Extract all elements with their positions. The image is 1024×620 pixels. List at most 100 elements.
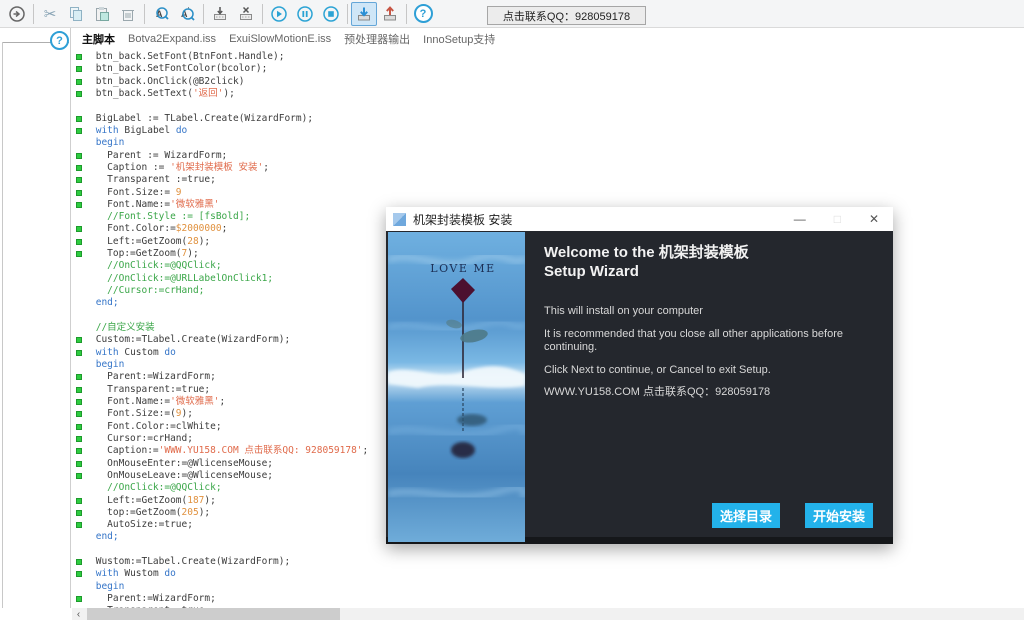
executable-line-marker[interactable] (76, 239, 82, 245)
dialog-titlebar[interactable]: 机架封装模板 安装 — □ ✕ (386, 207, 893, 231)
contact-qq-button[interactable]: 点击联系QQ：928059178 (487, 6, 646, 25)
minimize-button[interactable]: — (794, 212, 806, 226)
code-line: btn_back.SetText('返回'); (90, 88, 235, 100)
code-line: Font.Size:=(9); (90, 408, 193, 420)
panel-help-icon[interactable]: ? (50, 31, 69, 50)
pause-icon[interactable] (292, 2, 318, 26)
remove-template-icon[interactable] (233, 2, 259, 26)
tab-预处理器输出[interactable]: 预处理器输出 (344, 31, 410, 47)
toolbar-separator (144, 4, 145, 24)
code-line: begin (90, 137, 124, 149)
dialog-paragraph: WWW.YU158.COM 点击联系QQ：928059178 (544, 386, 880, 400)
executable-line-marker[interactable] (76, 522, 82, 528)
dialog-paragraph: This will install on your computer (544, 305, 880, 319)
code-line: Caption := '机架封装模板 安装'; (90, 162, 269, 174)
left-panel: ? (0, 28, 71, 608)
code-line: //OnClick:=@URLLabelOnClick1; (90, 273, 273, 285)
executable-line-marker[interactable] (76, 559, 82, 565)
executable-line-marker[interactable] (76, 190, 82, 196)
code-line: Parent:=WizardForm; (90, 371, 216, 383)
toolbar: ✂ A A' (0, 0, 1024, 28)
code-line: Parent:=WizardForm; (90, 593, 216, 605)
delete-icon[interactable] (115, 2, 141, 26)
executable-line-marker[interactable] (76, 374, 82, 380)
executable-line-marker[interactable] (76, 571, 82, 577)
wizard-side-image: LOVE ME (388, 232, 525, 542)
code-line: Left:=GetZoom(28); (90, 236, 210, 248)
code-line: with Wustom do (90, 568, 176, 580)
scroll-left-arrow[interactable]: ‹ (72, 608, 85, 620)
close-button[interactable]: ✕ (869, 212, 879, 226)
executable-line-marker[interactable] (76, 461, 82, 467)
executable-line-marker[interactable] (76, 91, 82, 97)
export-icon[interactable] (377, 2, 403, 26)
dialog-paragraph: It is recommended that you close all oth… (544, 328, 880, 355)
code-line: Custom:=TLabel.Create(WizardForm); (90, 334, 290, 346)
paste-icon[interactable] (89, 2, 115, 26)
insert-template-icon[interactable] (207, 2, 233, 26)
run-icon[interactable] (266, 2, 292, 26)
executable-line-marker[interactable] (76, 411, 82, 417)
executable-line-marker[interactable] (76, 153, 82, 159)
dialog-title: 机架封装模板 安装 (413, 211, 512, 228)
tab-InnoSetup支持[interactable]: InnoSetup支持 (423, 31, 495, 47)
dialog-content: Welcome to the 机架封装模板 Setup Wizard This … (544, 243, 880, 409)
stop-icon[interactable] (318, 2, 344, 26)
scrollbar-thumb[interactable] (87, 608, 340, 620)
find-icon[interactable]: A (148, 2, 174, 26)
toolbar-separator (406, 4, 407, 24)
executable-line-marker[interactable] (76, 337, 82, 343)
executable-line-marker[interactable] (76, 473, 82, 479)
tab-主脚本[interactable]: 主脚本 (82, 31, 115, 47)
code-line: end; (90, 531, 119, 543)
choose-directory-button[interactable]: 选择目录 (712, 503, 780, 528)
horizontal-scrollbar[interactable]: ‹ (72, 608, 1024, 620)
code-line: top:=GetZoom(205); (90, 507, 210, 519)
executable-line-marker[interactable] (76, 387, 82, 393)
executable-line-marker[interactable] (76, 66, 82, 72)
executable-line-marker[interactable] (76, 436, 82, 442)
help-icon[interactable]: ? (410, 2, 436, 26)
executable-line-marker[interactable] (76, 116, 82, 122)
executable-line-marker[interactable] (76, 177, 82, 183)
replace-icon[interactable]: A' (174, 2, 200, 26)
executable-line-marker[interactable] (76, 251, 82, 257)
cut-icon[interactable]: ✂ (37, 2, 63, 26)
executable-line-marker[interactable] (76, 128, 82, 134)
panel-divider (2, 42, 3, 608)
code-line: //OnClick:=@QQClick; (90, 482, 222, 494)
executable-line-marker[interactable] (76, 202, 82, 208)
app-window: ✂ A A' (0, 0, 1024, 620)
tab-bar: 主脚本 Botva2Expand.iss ExuiSlowMotionE.iss 预处… (72, 28, 1024, 50)
import-icon[interactable] (351, 2, 377, 26)
tab-ExuiSlowMotionE.iss[interactable]: ExuiSlowMotionE.iss (229, 33, 331, 45)
executable-line-marker[interactable] (76, 350, 82, 356)
installer-dialog: 机架封装模板 安装 — □ ✕ (386, 207, 893, 544)
executable-line-marker[interactable] (76, 226, 82, 232)
executable-line-marker[interactable] (76, 424, 82, 430)
executable-line-marker[interactable] (76, 448, 82, 454)
dialog-buttons: 选择目录开始安装 (712, 503, 873, 528)
welcome-heading-line2: Setup Wizard (544, 262, 880, 281)
executable-line-marker[interactable] (76, 79, 82, 85)
tab-Botva2Expand.iss[interactable]: Botva2Expand.iss (128, 33, 216, 45)
executable-line-marker[interactable] (76, 510, 82, 516)
maximize-button: □ (834, 212, 841, 226)
executable-line-marker[interactable] (76, 165, 82, 171)
code-line: end; (90, 297, 119, 309)
code-line: Wustom:=TLabel.Create(WizardForm); (90, 556, 290, 568)
code-line: //自定义安装 (90, 322, 155, 334)
executable-line-marker[interactable] (76, 498, 82, 504)
executable-line-marker[interactable] (76, 596, 82, 602)
code-line: btn_back.SetFontColor(bcolor); (90, 63, 267, 75)
executable-line-marker[interactable] (76, 399, 82, 405)
code-line: //Font.Style := [fsBold]; (90, 211, 250, 223)
code-line: Font.Name:='微软雅黑'; (90, 396, 225, 408)
start-install-button[interactable]: 开始安装 (805, 503, 873, 528)
code-line: //Cursor:=crHand; (90, 285, 204, 297)
compile-icon[interactable] (4, 2, 30, 26)
code-line: btn_back.OnClick(@B2click) (90, 76, 244, 88)
executable-line-marker[interactable] (76, 54, 82, 60)
copy-icon[interactable] (63, 2, 89, 26)
code-line: AutoSize:=true; (90, 519, 193, 531)
